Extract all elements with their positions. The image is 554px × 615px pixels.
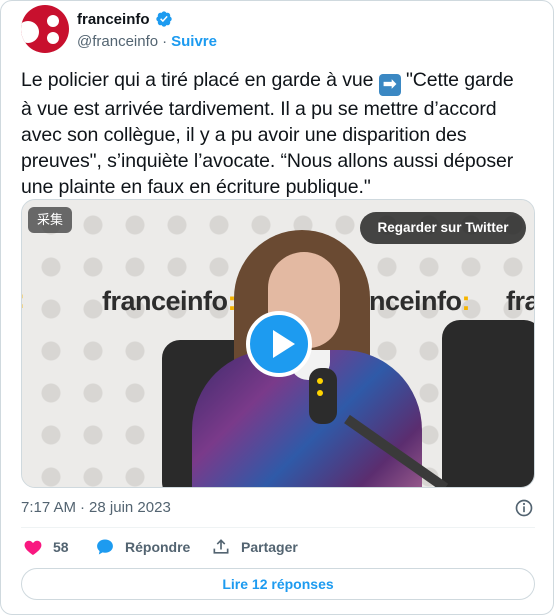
mic-light xyxy=(317,378,323,384)
chair-right xyxy=(442,320,534,487)
author-handle-row: @franceinfo · Suivre xyxy=(77,33,217,50)
verified-badge-icon xyxy=(155,11,172,27)
heart-icon xyxy=(24,540,42,555)
brand-word: franceinfo xyxy=(102,286,228,316)
avatar-logo-dot xyxy=(47,32,59,44)
tweet-date: 28 juin 2023 xyxy=(89,499,171,516)
share-label: Partager xyxy=(241,539,298,555)
info-icon[interactable] xyxy=(514,498,534,518)
reply-button[interactable]: Répondre xyxy=(95,537,190,557)
reply-bubble-icon xyxy=(97,539,113,555)
video-brand-text: franceinfo: xyxy=(102,286,237,317)
play-icon xyxy=(273,330,295,358)
tweet-timestamp[interactable]: 7:17 AM · 28 juin 2023 xyxy=(21,499,171,516)
like-count: 58 xyxy=(53,539,69,555)
divider xyxy=(21,527,535,528)
right-arrow-emoji-icon: ➡ xyxy=(378,74,401,96)
tweet-card: franceinfo @franceinfo · Suivre Le polic… xyxy=(0,0,554,615)
play-button[interactable] xyxy=(246,311,312,377)
share-upload-icon xyxy=(213,539,229,554)
author-avatar[interactable] xyxy=(21,5,69,53)
read-replies-button[interactable]: Lire 12 réponses xyxy=(21,568,535,600)
reply-label: Répondre xyxy=(125,539,191,555)
author-name-row: franceinfo xyxy=(77,10,173,28)
tweet-time: 7:17 AM xyxy=(21,499,77,516)
share-button[interactable]: Partager xyxy=(211,537,298,557)
brand-colon: : xyxy=(22,284,25,314)
capture-badge: 采集 xyxy=(28,207,72,233)
video-brand-text: : xyxy=(22,284,25,315)
separator-dot: · xyxy=(162,33,168,50)
author-handle[interactable]: @franceinfo xyxy=(77,33,158,50)
mic-light xyxy=(317,390,323,396)
tweet-text-part: Le policier qui a tiré placé en garde à … xyxy=(21,69,379,91)
follow-button[interactable]: Suivre xyxy=(171,33,217,50)
separator-dot: · xyxy=(80,499,86,516)
tweet-text: Le policier qui a tiré placé en garde à … xyxy=(21,67,526,200)
watch-on-twitter-button[interactable]: Regarder sur Twitter xyxy=(360,212,526,244)
avatar-logo-shape xyxy=(21,21,39,43)
author-name[interactable]: franceinfo xyxy=(77,11,150,28)
avatar-logo-dot xyxy=(47,15,59,27)
video-player[interactable]: : franceinfo: franceinfo: fra 采集 Regarde… xyxy=(21,199,535,488)
brand-colon: : xyxy=(461,286,471,316)
brand-word: fra xyxy=(506,286,534,316)
microphone-icon xyxy=(309,368,337,424)
video-brand-text: fra xyxy=(506,286,534,317)
like-button[interactable]: 58 xyxy=(23,537,69,557)
